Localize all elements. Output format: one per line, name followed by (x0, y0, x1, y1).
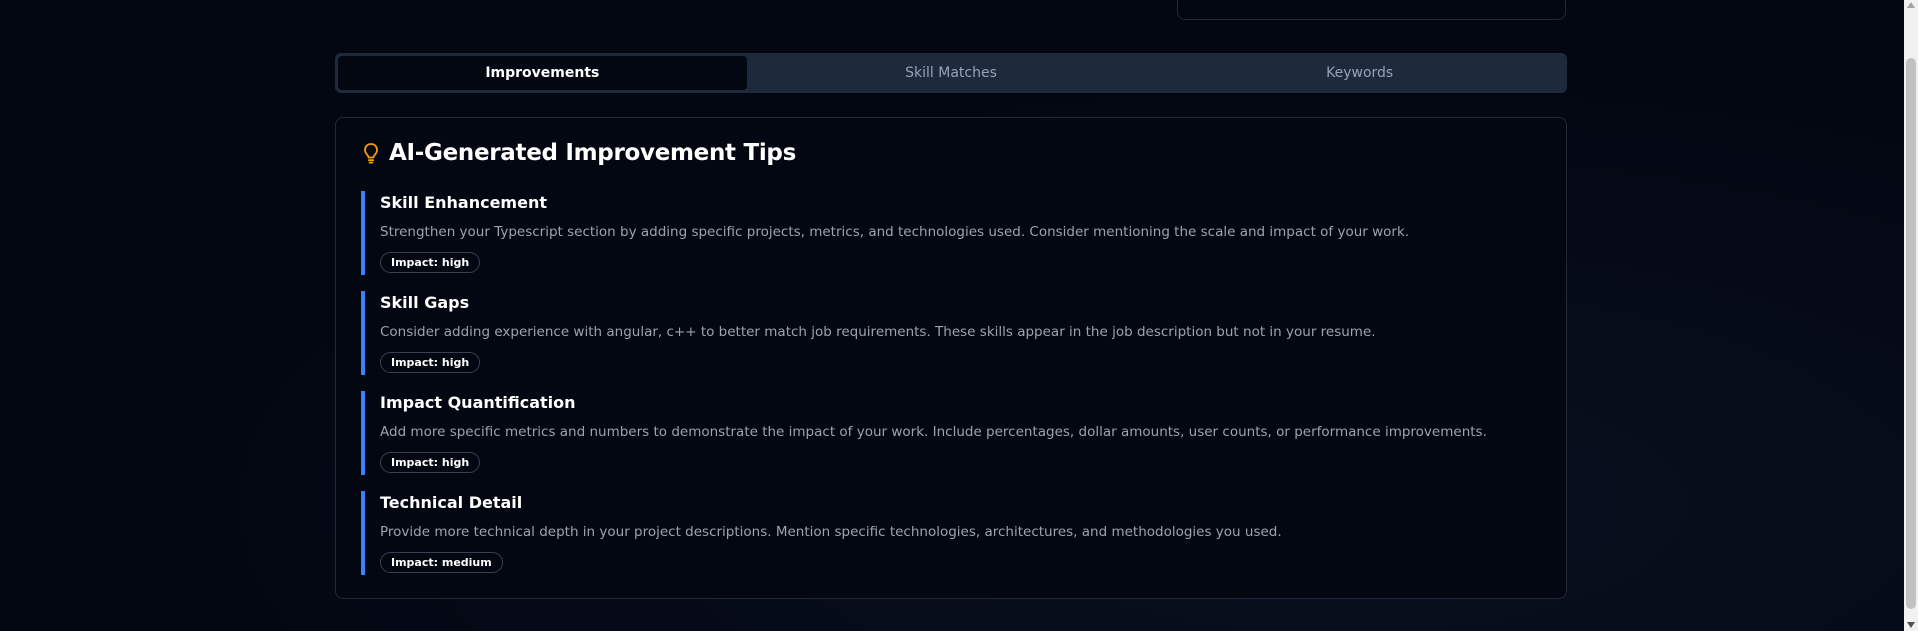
lightbulb-icon (362, 142, 380, 164)
scroll-up-arrow-icon[interactable] (1907, 2, 1915, 8)
tip-description: Strengthen your Typescript section by ad… (380, 224, 1410, 240)
tab-skill-matches[interactable]: Skill Matches (747, 56, 1156, 90)
tip-title: Skill Gaps (380, 293, 470, 312)
tip-item: Skill Enhancement Strengthen your Typesc… (361, 191, 1541, 275)
tip-item: Technical Detail Provide more technical … (361, 491, 1541, 575)
tab-bar: Improvements Skill Matches Keywords (335, 53, 1567, 93)
tip-title: Technical Detail (380, 493, 523, 512)
tip-description: Add more specific metrics and numbers to… (380, 424, 1487, 440)
impact-badge: Impact: high (380, 452, 481, 473)
vertical-scrollbar[interactable] (1904, 0, 1918, 631)
page: Improvements Skill Matches Keywords AI-G… (0, 0, 1918, 631)
tab-keywords[interactable]: Keywords (1155, 56, 1564, 90)
impact-badge: Impact: high (380, 252, 481, 273)
tip-description: Provide more technical depth in your pro… (380, 524, 1282, 540)
previous-card-edge (1177, 0, 1566, 20)
tip-item: Skill Gaps Consider adding experience wi… (361, 291, 1541, 375)
scroll-down-arrow-icon[interactable] (1907, 622, 1915, 628)
card-header: AI-Generated Improvement Tips (362, 140, 796, 166)
impact-badge: Impact: medium (380, 552, 503, 573)
impact-badge: Impact: high (380, 352, 481, 373)
tip-description: Consider adding experience with angular,… (380, 324, 1376, 340)
tab-improvements[interactable]: Improvements (338, 56, 747, 90)
tip-title: Impact Quantification (380, 393, 576, 412)
tip-title: Skill Enhancement (380, 193, 547, 212)
card-title: AI-Generated Improvement Tips (389, 140, 796, 166)
improvement-tips-card: AI-Generated Improvement Tips Skill Enha… (335, 117, 1567, 599)
tip-item: Impact Quantification Add more specific … (361, 391, 1541, 475)
scrollbar-thumb[interactable] (1906, 58, 1916, 609)
